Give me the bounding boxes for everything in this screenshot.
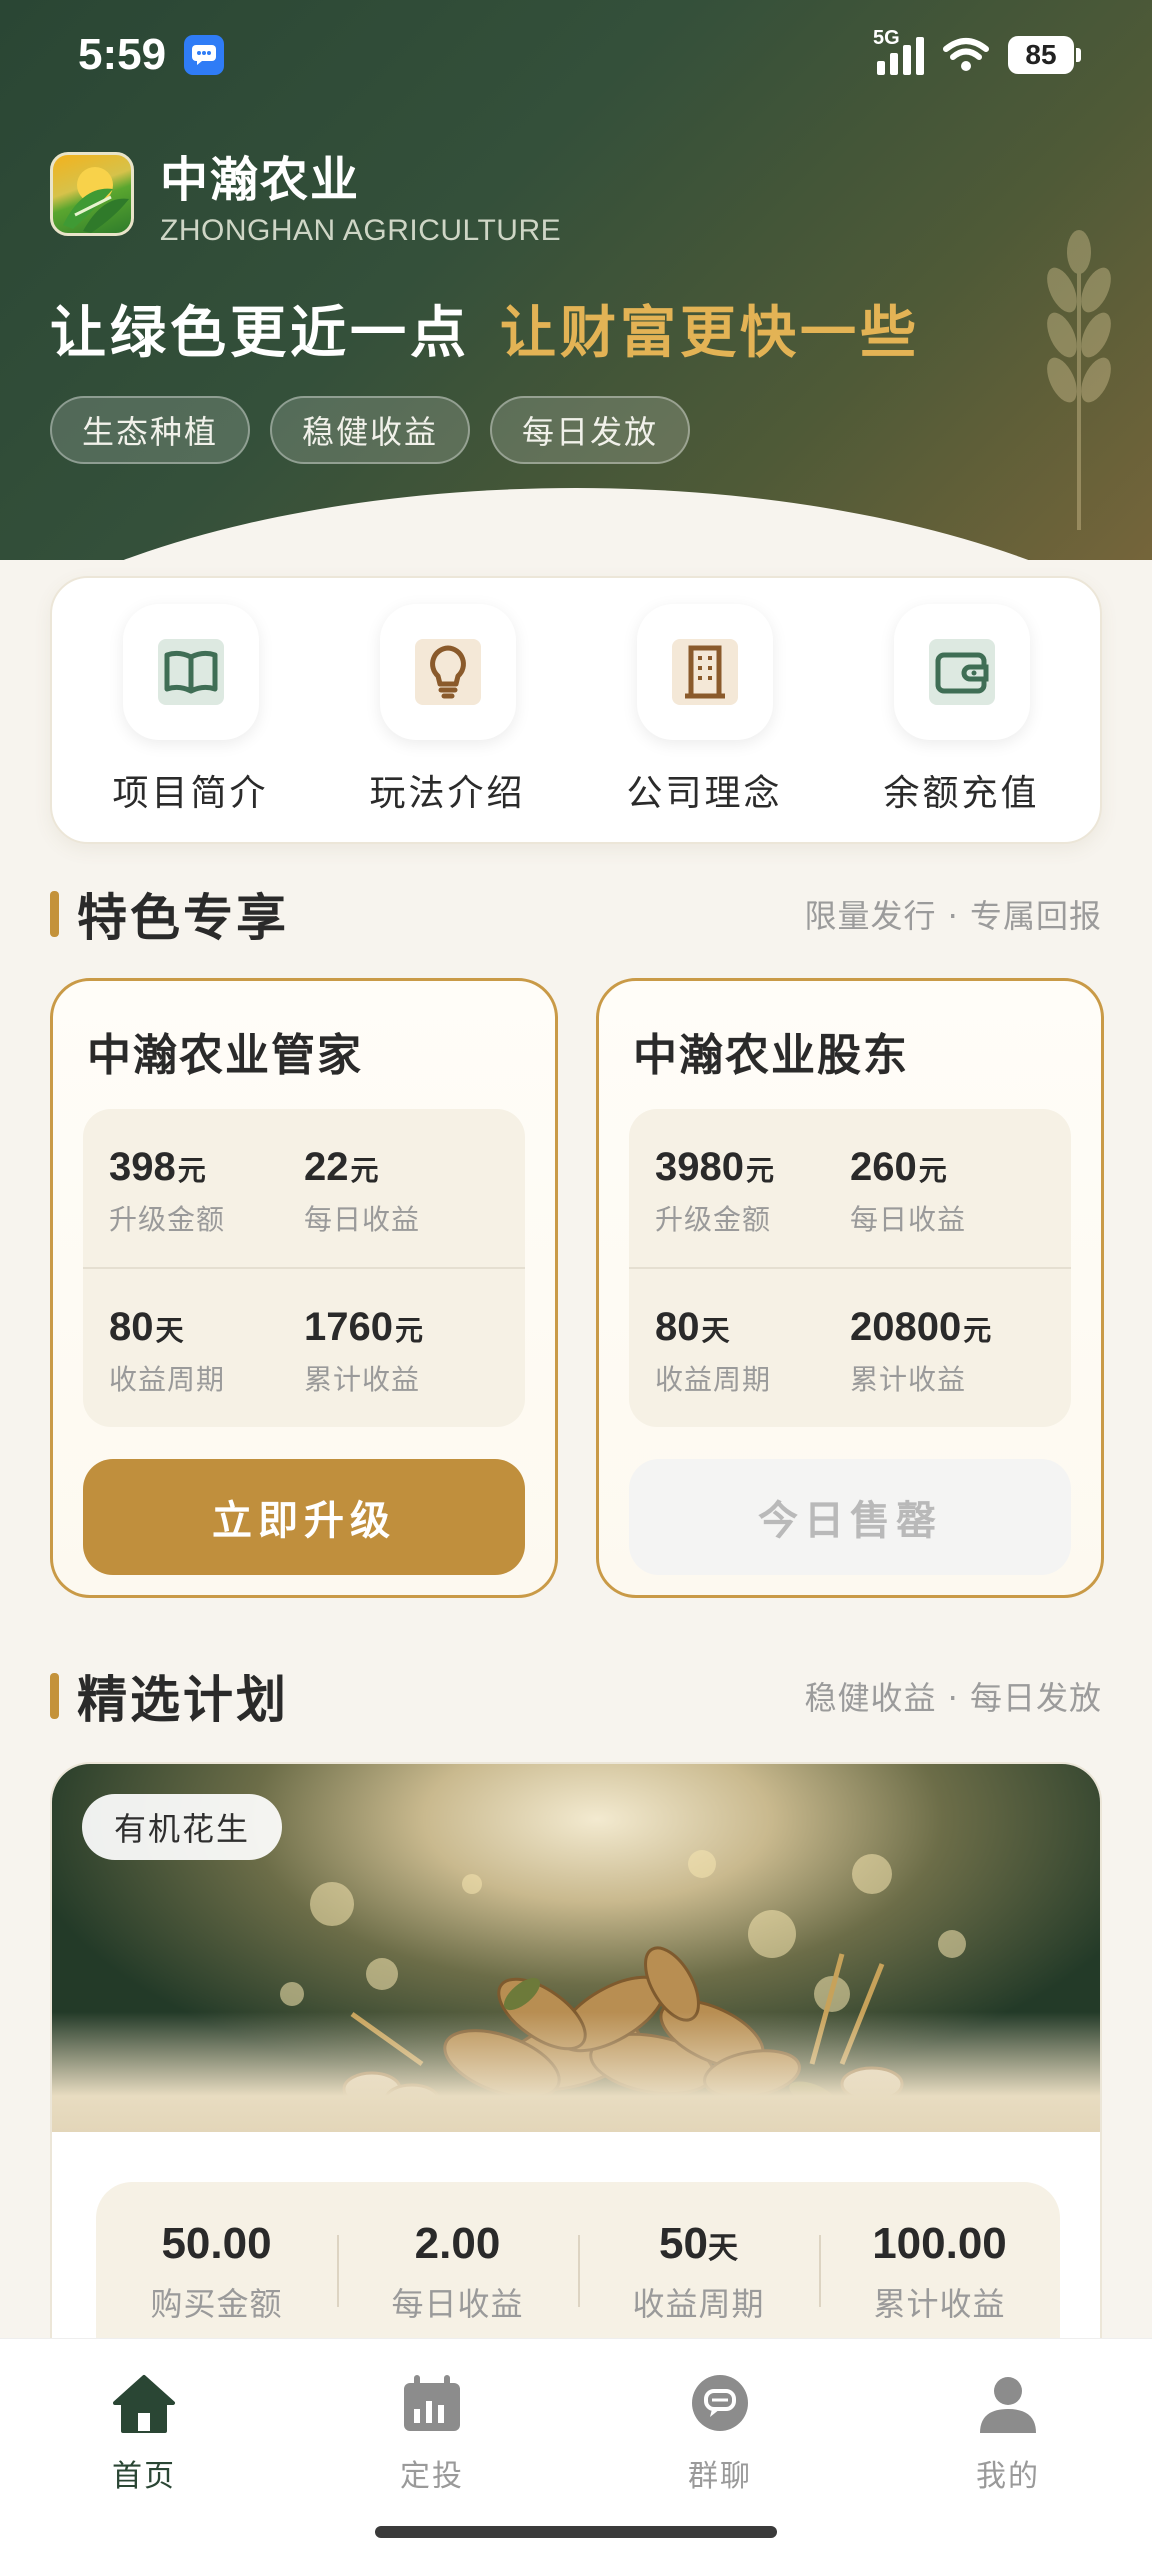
daily-income-value: 2.00 bbox=[414, 2219, 501, 2268]
upgrade-now-button[interactable]: 立即升级 bbox=[83, 1459, 525, 1575]
feature-card-steward: 中瀚农业管家 398元 升级金额 22元 每日收益 80天 收益周期 1760元… bbox=[50, 978, 558, 1598]
cellular-signal-icon: 5G bbox=[873, 27, 924, 75]
daily-income-value: 22 bbox=[304, 1145, 349, 1189]
slogan-part-2: 让财富更快一些 bbox=[500, 301, 920, 366]
section-title: 精选计划 bbox=[77, 1671, 289, 1729]
upgrade-amount-value: 398 bbox=[109, 1145, 176, 1189]
daily-income-label: 每日收益 bbox=[850, 1203, 967, 1236]
total-income-label: 累计收益 bbox=[873, 2285, 1006, 2323]
lightbulb-icon bbox=[414, 639, 481, 705]
menu-company-philosophy[interactable]: 公司理念 bbox=[590, 604, 820, 816]
daily-income-label: 每日收益 bbox=[391, 2285, 524, 2323]
daily-income-label: 每日收益 bbox=[304, 1203, 421, 1236]
battery-indicator: 85 bbox=[1008, 36, 1081, 74]
network-type: 5G bbox=[873, 27, 900, 49]
user-icon bbox=[973, 2369, 1043, 2439]
slogan: 让绿色更近一点 让财富更快一些 bbox=[50, 288, 920, 369]
tag-stable-income: 稳健收益 bbox=[270, 396, 471, 464]
buy-amount-label: 购买金额 bbox=[150, 2285, 283, 2323]
total-income-value: 20800 bbox=[850, 1305, 962, 1349]
wallet-icon bbox=[928, 639, 995, 705]
brand-logo-icon bbox=[50, 152, 134, 236]
upgrade-amount-value: 3980 bbox=[655, 1145, 744, 1189]
total-income-value: 100.00 bbox=[872, 2219, 1007, 2268]
sold-out-button[interactable]: 今日售罄 bbox=[629, 1459, 1071, 1575]
brand: 中瀚农业 ZHONGHAN AGRICULTURE bbox=[50, 140, 561, 248]
card-stats: 3980元 升级金额 260元 每日收益 80天 收益周期 20800元 累计收… bbox=[629, 1109, 1071, 1427]
peanut-product-image: 有机花生 bbox=[52, 1764, 1100, 2132]
nav-profile[interactable]: 我的 bbox=[864, 2369, 1152, 2560]
menu-label: 玩法介绍 bbox=[369, 773, 526, 814]
card-title: 中瀚农业股东 bbox=[633, 1030, 909, 1081]
section-title: 特色专享 bbox=[77, 889, 289, 947]
chat-icon bbox=[685, 2369, 755, 2439]
slogan-part-1: 让绿色更近一点 bbox=[50, 301, 470, 366]
upgrade-amount-label: 升级金额 bbox=[655, 1203, 772, 1236]
section-subtitle: 稳健收益 · 每日发放 bbox=[804, 1679, 1102, 1717]
wheat-decoration-icon bbox=[1047, 230, 1111, 530]
featured-section-header: 特色专享 限量发行 · 专属回报 bbox=[50, 878, 1102, 950]
home-icon bbox=[109, 2369, 179, 2439]
home-indicator[interactable] bbox=[375, 2526, 777, 2538]
status-time: 5:59 bbox=[78, 30, 167, 79]
calendar-chart-icon bbox=[397, 2369, 467, 2439]
buy-amount-value: 50.00 bbox=[161, 2219, 272, 2268]
period-label: 收益周期 bbox=[632, 2285, 765, 2323]
section-subtitle: 限量发行 · 专属回报 bbox=[804, 897, 1102, 935]
nav-label: 首页 bbox=[112, 2459, 176, 2494]
nav-label: 我的 bbox=[976, 2459, 1040, 2494]
card-stats: 398元 升级金额 22元 每日收益 80天 收益周期 1760元 累计收益 bbox=[83, 1109, 525, 1427]
upgrade-amount-label: 升级金额 bbox=[109, 1203, 226, 1236]
total-income-label: 累计收益 bbox=[304, 1363, 421, 1396]
building-icon bbox=[671, 639, 738, 705]
period-label: 收益周期 bbox=[655, 1363, 772, 1396]
plan-stats: 50.00 购买金额 2.00 每日收益 50天 收益周期 100.00 累计收… bbox=[96, 2182, 1060, 2360]
menu-label: 公司理念 bbox=[626, 773, 783, 814]
hero-header: 5:59 5G 85 中瀚农业 ZHONGHAN AGRICULTURE 让绿色… bbox=[0, 0, 1152, 560]
menu-label: 余额充值 bbox=[883, 773, 1040, 814]
period-value: 80 bbox=[109, 1305, 154, 1349]
feature-tags: 生态种植 稳健收益 每日发放 bbox=[50, 396, 691, 464]
product-tag: 有机花生 bbox=[82, 1794, 283, 1860]
brand-name: 中瀚农业 bbox=[160, 152, 361, 208]
nav-label: 定投 bbox=[400, 2459, 464, 2494]
plans-section-header: 精选计划 稳健收益 · 每日发放 bbox=[50, 1660, 1102, 1732]
period-value: 80 bbox=[655, 1305, 700, 1349]
menu-balance-recharge[interactable]: 余额充值 bbox=[847, 604, 1077, 816]
nav-label: 群聊 bbox=[688, 2459, 752, 2494]
tag-daily-payout: 每日发放 bbox=[490, 396, 691, 464]
total-income-value: 1760 bbox=[304, 1305, 393, 1349]
quick-menu: 项目简介 玩法介绍 公司理念 余额充值 bbox=[50, 576, 1102, 844]
card-title: 中瀚农业管家 bbox=[87, 1030, 363, 1081]
period-value: 50 bbox=[659, 2219, 708, 2268]
nav-home[interactable]: 首页 bbox=[0, 2369, 288, 2560]
period-label: 收益周期 bbox=[109, 1363, 226, 1396]
total-income-label: 累计收益 bbox=[850, 1363, 967, 1396]
menu-how-to-play[interactable]: 玩法介绍 bbox=[333, 604, 563, 816]
hero-curve bbox=[0, 488, 1152, 560]
plan-card-organic-peanut[interactable]: 有机花生 50.00 购买金额 2.00 每日收益 50天 收益周期 100.0… bbox=[50, 1762, 1102, 2362]
message-notification-icon bbox=[184, 35, 225, 75]
tag-eco-planting: 生态种植 bbox=[50, 396, 251, 464]
book-icon bbox=[157, 639, 224, 705]
wifi-icon bbox=[943, 38, 989, 71]
menu-label: 项目简介 bbox=[112, 773, 269, 814]
brand-name-en: ZHONGHAN AGRICULTURE bbox=[160, 214, 562, 247]
daily-income-value: 260 bbox=[850, 1145, 917, 1189]
menu-project-intro[interactable]: 项目简介 bbox=[76, 604, 306, 816]
status-bar: 5:59 5G 85 bbox=[0, 0, 1152, 110]
feature-card-shareholder: 中瀚农业股东 3980元 升级金额 260元 每日收益 80天 收益周期 208… bbox=[596, 978, 1104, 1598]
